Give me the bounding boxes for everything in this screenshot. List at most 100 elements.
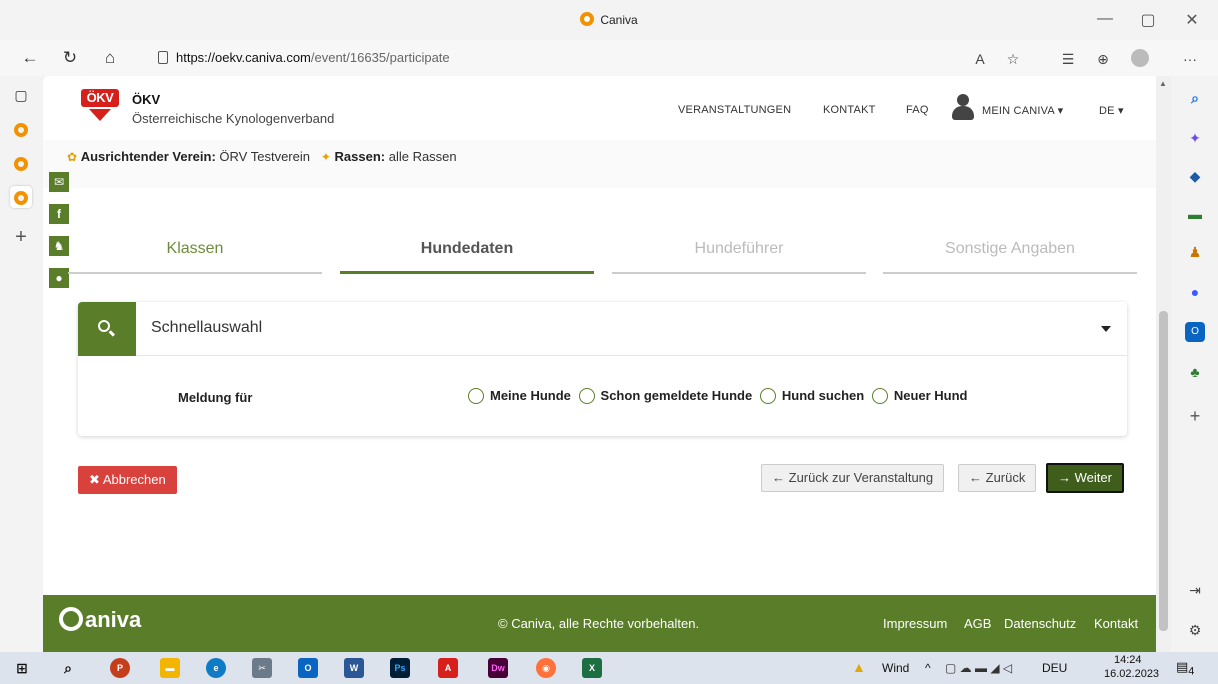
search-button[interactable] [78, 302, 136, 356]
cancel-label: Abbrechen [102, 472, 166, 487]
taskbar-search-icon[interactable]: ⌕ [58, 658, 78, 678]
dog-share-icon[interactable]: ♞ [49, 236, 69, 256]
site-footer: aniva © Caniva, alle Rechte vorbehalten.… [43, 595, 1156, 652]
powerpoint-icon[interactable]: P [110, 658, 130, 678]
window-title: Caniva [0, 12, 1218, 27]
footer-brand-text: aniva [85, 607, 142, 632]
radio-label: Schon gemeldete Hunde [600, 388, 753, 403]
new-tab-plus-icon[interactable]: + [10, 226, 32, 248]
okv-logo[interactable]: ÖKV [81, 89, 121, 127]
home-icon[interactable]: ⌂ [98, 47, 122, 69]
user-icon[interactable] [952, 94, 974, 120]
caniva-footer-logo[interactable]: aniva [59, 607, 141, 633]
nav-faq-link[interactable]: FAQ [906, 104, 929, 116]
tray-icons[interactable]: ▢ ☁ ▬ ◢ ◁ [945, 661, 1012, 675]
page-scrollbar[interactable]: ▲ [1156, 76, 1171, 652]
clock-time[interactable]: 14:24 [1114, 654, 1142, 666]
photoshop-icon[interactable]: Ps [390, 658, 410, 678]
close-icon: ✖ [89, 472, 100, 487]
add-sidebar-plus-icon[interactable]: + [1185, 406, 1205, 426]
footer-datenschutz-link[interactable]: Datenschutz [1004, 616, 1076, 631]
maximize-button[interactable]: ▢ [1128, 10, 1168, 30]
acrobat-icon[interactable]: A [438, 658, 458, 678]
search-icon[interactable]: ⌕ [1185, 88, 1205, 108]
tab-caniva-active[interactable] [10, 186, 32, 208]
snipping-tool-icon[interactable]: ✂ [252, 658, 272, 678]
scrollbar-thumb[interactable] [1159, 311, 1168, 631]
tab-caniva-2[interactable] [10, 152, 32, 174]
excel-icon[interactable]: X [582, 658, 602, 678]
weather-label[interactable]: Wind [882, 661, 909, 675]
footer-impressum-link[interactable]: Impressum [883, 616, 947, 631]
tools-icon[interactable]: ▬ [1185, 204, 1205, 224]
caniva-icon [14, 157, 28, 172]
outlook-taskbar-icon[interactable]: O [298, 658, 318, 678]
favorite-star-icon[interactable]: ☆ [1003, 49, 1023, 69]
games-icon[interactable]: ♟ [1185, 242, 1205, 262]
radio-neuer-hund[interactable]: Neuer Hund [871, 388, 968, 404]
windows-start-icon[interactable]: ⊞ [12, 658, 32, 678]
club-label: Ausrichtender Verein: [80, 149, 216, 164]
account-menu-label: MEIN CANIVA [982, 105, 1055, 117]
copilot-icon[interactable]: ✦ [1185, 128, 1205, 148]
step-label: Hundedaten [420, 240, 514, 257]
account-menu[interactable]: MEIN CANIVA ▾ [982, 104, 1063, 117]
outlook-icon[interactable]: O [1185, 322, 1205, 342]
caret-down-icon [1101, 326, 1111, 332]
url-path: /event/16635/participate [310, 50, 450, 65]
hide-sidebar-icon[interactable]: ⇥ [1185, 580, 1205, 600]
clock-date[interactable]: 16.02.2023 [1104, 668, 1159, 680]
footer-kontakt-link[interactable]: Kontakt [1094, 616, 1138, 631]
step-klassen[interactable]: Klassen [68, 236, 322, 274]
minimize-button[interactable]: — [1085, 10, 1125, 28]
back-arrow-icon[interactable]: ← [18, 47, 42, 69]
more-menu-icon[interactable]: ··· [1180, 49, 1200, 69]
dreamweaver-icon[interactable]: Dw [488, 658, 508, 678]
read-aloud-icon[interactable]: A [970, 49, 990, 69]
back-button[interactable]: ← Zurück [958, 464, 1037, 492]
footer-agb-link[interactable]: AGB [964, 616, 991, 631]
email-share-icon[interactable]: ✉ [49, 172, 69, 192]
breeds-value: alle Rassen [388, 149, 457, 164]
word-icon[interactable]: W [344, 658, 364, 678]
cancel-button[interactable]: ✖ Abbrechen [78, 466, 177, 494]
nav-events-link[interactable]: VERANSTALTUNGEN [678, 104, 791, 116]
notifications-icon[interactable]: ▤4 [1176, 659, 1194, 678]
collections-icon[interactable]: ⊕ [1093, 49, 1113, 69]
step-hundedaten[interactable]: Hundedaten [340, 236, 594, 274]
caniva-c-icon [59, 607, 83, 631]
footer-copyright: © Caniva, alle Rechte vorbehalten. [498, 616, 700, 631]
input-language[interactable]: DEU [1042, 661, 1067, 675]
location-icon[interactable]: ● [49, 268, 69, 288]
tray-chevron-up-icon[interactable]: ^ [925, 661, 931, 675]
next-button[interactable]: → Weiter [1046, 463, 1124, 493]
back-to-event-button[interactable]: ← Zurück zur Veranstaltung [761, 464, 945, 492]
weather-warning-icon[interactable]: ▲ [852, 659, 866, 675]
facebook-share-icon[interactable]: f [49, 204, 69, 224]
firefox-icon[interactable]: ◉ [536, 658, 556, 678]
settings-gear-icon[interactable]: ⚙ [1185, 620, 1205, 640]
site-header: ÖKV ÖKV Österreichische Kynologenverband… [43, 76, 1156, 140]
tree-icon[interactable]: ♣ [1185, 362, 1205, 382]
office-icon[interactable]: ● [1185, 282, 1205, 302]
caniva-icon [14, 191, 28, 206]
registration-for-label: Meldung für [178, 390, 253, 405]
radio-schon-gemeldete-hunde[interactable]: Schon gemeldete Hunde [578, 388, 753, 404]
favorites-list-icon[interactable]: ☰ [1058, 49, 1078, 69]
radio-meine-hunde[interactable]: Meine Hunde [468, 388, 571, 404]
url-field[interactable]: https://oekv.caniva.com/event/16635/part… [142, 45, 962, 71]
scroll-up-icon[interactable]: ▲ [1159, 79, 1167, 88]
tab-actions-icon[interactable]: ▢ [10, 84, 32, 106]
tab-caniva-1[interactable] [10, 118, 32, 140]
edge-browser-icon[interactable]: e [206, 658, 226, 678]
language-menu[interactable]: DE ▾ [1099, 104, 1124, 117]
nav-contact-link[interactable]: KONTAKT [823, 104, 876, 116]
file-explorer-icon[interactable]: ▬ [160, 658, 180, 678]
profile-avatar-icon[interactable] [1130, 49, 1150, 69]
radio-hund-suchen[interactable]: Hund suchen [759, 388, 864, 404]
site-name: ÖKV [132, 92, 161, 107]
reload-icon[interactable]: ↻ [58, 47, 82, 69]
shopping-tag-icon[interactable]: ◆ [1185, 166, 1205, 186]
quick-select-dropdown[interactable]: Schnellauswahl [78, 302, 1127, 356]
close-window-button[interactable]: ✕ [1172, 10, 1212, 30]
